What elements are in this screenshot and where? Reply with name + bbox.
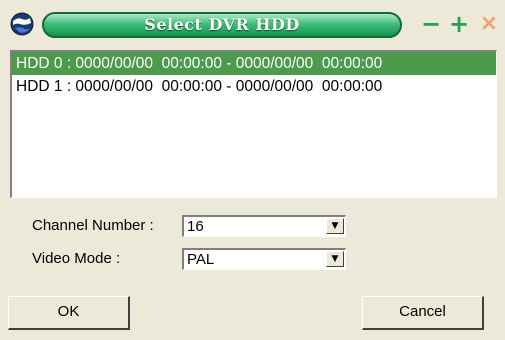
- hdd-listbox[interactable]: HDD 0 : 0000/00/00 00:00:00 - 0000/00/00…: [10, 50, 497, 198]
- chevron-down-icon[interactable]: ▼: [326, 218, 344, 234]
- channel-number-label: Channel Number :: [32, 217, 154, 234]
- close-button[interactable]: ×: [478, 13, 500, 35]
- window-title: Select DVR HDD: [144, 15, 300, 34]
- chevron-down-icon[interactable]: ▼: [326, 251, 344, 267]
- hdd-list-item-1[interactable]: HDD 1 : 0000/00/00 00:00:00 - 0000/00/00…: [12, 75, 496, 98]
- maximize-button[interactable]: +: [448, 12, 470, 36]
- video-mode-select[interactable]: PAL ▼: [182, 248, 346, 270]
- minimize-button[interactable]: −: [420, 12, 442, 36]
- cancel-button[interactable]: Cancel: [362, 296, 484, 330]
- video-mode-value: PAL: [187, 251, 215, 268]
- video-mode-label: Video Mode :: [32, 250, 121, 267]
- hdd-list-item-0[interactable]: HDD 0 : 0000/00/00 00:00:00 - 0000/00/00…: [12, 52, 496, 75]
- channel-number-value: 16: [187, 218, 204, 235]
- title-bar[interactable]: Select DVR HDD − + ×: [0, 0, 505, 50]
- ok-button[interactable]: OK: [8, 296, 130, 330]
- channel-number-select[interactable]: 16 ▼: [182, 215, 346, 237]
- title-pill: Select DVR HDD: [42, 12, 402, 38]
- globe-app-icon[interactable]: [10, 12, 34, 36]
